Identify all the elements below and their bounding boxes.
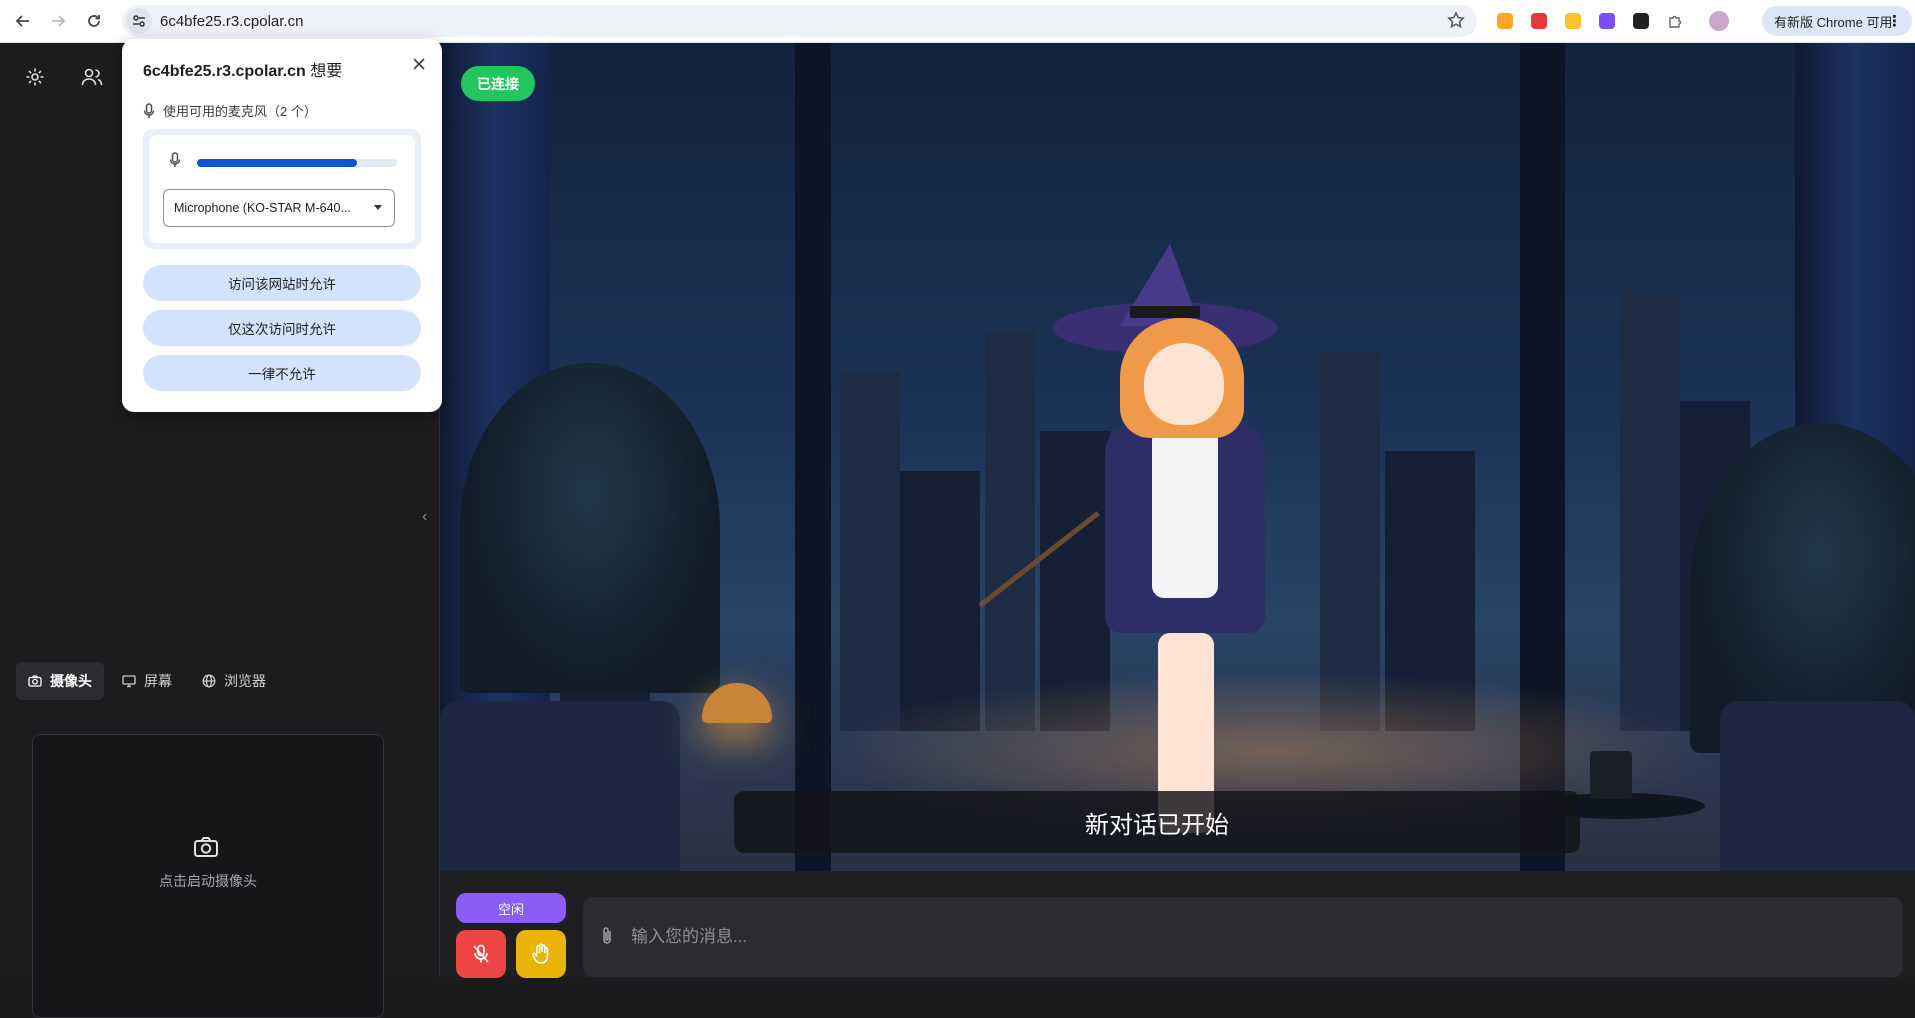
connection-status-badge: 已连接	[461, 66, 535, 101]
microphone-icon	[169, 152, 181, 167]
tab-screen[interactable]: 屏幕	[110, 662, 184, 700]
url-text[interactable]: 6c4bfe25.r3.cpolar.cn	[160, 13, 303, 30]
mic-settings-card: Microphone (KO-STAR M-640...	[143, 129, 421, 249]
mic-permission-popup: 6c4bfe25.r3.cpolar.cn 想要 使用可用的麦克风（2 个） M…	[122, 39, 442, 412]
tab-screen-label: 屏幕	[144, 673, 172, 689]
tune-icon	[133, 15, 145, 27]
gear-icon	[26, 68, 44, 86]
extension-icon-5[interactable]	[1628, 8, 1654, 34]
users-icon	[81, 68, 103, 86]
back-button[interactable]	[6, 4, 40, 38]
extension-icon-4[interactable]	[1594, 8, 1620, 34]
permission-site: 6c4bfe25.r3.cpolar.cn	[143, 63, 306, 80]
mic-level-fill	[197, 159, 357, 167]
address-bar[interactable]: 6c4bfe25.r3.cpolar.cn	[122, 5, 1477, 37]
permission-subtitle-text: 使用可用的麦克风（2 个）	[163, 104, 317, 119]
camera-icon	[194, 837, 218, 857]
tab-camera[interactable]: 摄像头	[16, 662, 104, 700]
collapse-panel-button[interactable]: ‹	[422, 508, 427, 526]
close-icon[interactable]	[412, 57, 426, 71]
profile-avatar[interactable]	[1706, 8, 1732, 34]
bottom-control-bar: 空闲	[440, 871, 1915, 978]
right-sofa	[1720, 701, 1915, 871]
status-badge: 空闲	[456, 893, 566, 923]
mic-settings-inner: Microphone (KO-STAR M-640...	[149, 135, 415, 243]
arrow-left-icon	[15, 15, 29, 27]
hand-icon	[532, 943, 549, 964]
camera-preview[interactable]: 点击启动摄像头	[32, 734, 384, 1018]
mic-off-icon	[473, 944, 489, 963]
avatar-shirt	[1152, 428, 1218, 598]
microphone-icon	[143, 102, 155, 118]
avatar-scene: ⌄	[440, 43, 1915, 871]
left-sofa	[440, 701, 680, 871]
never-allow-button[interactable]: 一律不允许	[143, 355, 421, 391]
subtitle-caption: 新对话已开始	[734, 791, 1580, 853]
mug	[1590, 751, 1632, 799]
allow-while-visiting-button[interactable]: 访问该网站时允许	[143, 265, 421, 301]
update-label: 有新版 Chrome 可用	[1774, 14, 1893, 30]
message-input[interactable]	[631, 921, 1831, 953]
globe-icon	[202, 674, 216, 688]
forward-button[interactable]	[41, 4, 75, 38]
settings-button[interactable]	[17, 59, 53, 95]
camera-start-hint: 点击启动摄像头	[159, 873, 257, 889]
users-button[interactable]	[74, 59, 110, 95]
monitor-icon	[122, 675, 136, 688]
media-source-tabs: 摄像头 屏幕 浏览器	[16, 662, 278, 700]
microphone-select[interactable]: Microphone (KO-STAR M-640...	[163, 189, 395, 227]
selected-microphone: Microphone (KO-STAR M-640...	[174, 201, 351, 215]
chrome-update-button[interactable]: 有新版 Chrome 可用 ⋮	[1762, 6, 1912, 36]
building	[1620, 291, 1680, 731]
site-settings-button[interactable]	[126, 8, 152, 34]
extension-icon-2[interactable]	[1526, 8, 1552, 34]
left-plant	[460, 363, 720, 693]
avatar-face	[1144, 343, 1224, 425]
message-composer	[583, 897, 1903, 977]
tab-camera-label: 摄像头	[50, 673, 92, 689]
allow-this-time-button[interactable]: 仅这次访问时允许	[143, 310, 421, 346]
camera-icon	[28, 675, 42, 687]
interrupt-hand-button[interactable]	[516, 930, 566, 978]
mic-level-meter	[197, 159, 397, 167]
permission-wants: 想要	[310, 63, 343, 80]
bookmark-star-icon[interactable]	[1447, 11, 1465, 29]
extensions-puzzle-icon[interactable]	[1662, 8, 1688, 34]
tab-browser-label: 浏览器	[224, 673, 266, 689]
reload-icon	[88, 15, 100, 27]
menu-dots-icon[interactable]: ⋮	[1887, 12, 1902, 30]
reload-button[interactable]	[77, 4, 111, 38]
paperclip-icon[interactable]	[599, 925, 615, 947]
permission-title: 6c4bfe25.r3.cpolar.cn 想要	[143, 57, 342, 81]
arrow-right-icon	[52, 15, 66, 27]
extension-icon-3[interactable]	[1560, 8, 1586, 34]
tab-browser[interactable]: 浏览器	[190, 662, 278, 700]
mic-toggle-button[interactable]	[456, 930, 506, 978]
browser-toolbar: 6c4bfe25.r3.cpolar.cn 有新版 Chrome 可用 ⋮	[0, 0, 1915, 43]
permission-subtitle: 使用可用的麦克风（2 个）	[143, 101, 317, 120]
dropdown-caret-icon	[374, 205, 382, 210]
extensions-row	[1492, 8, 1732, 34]
extension-icon-1[interactable]	[1492, 8, 1518, 34]
